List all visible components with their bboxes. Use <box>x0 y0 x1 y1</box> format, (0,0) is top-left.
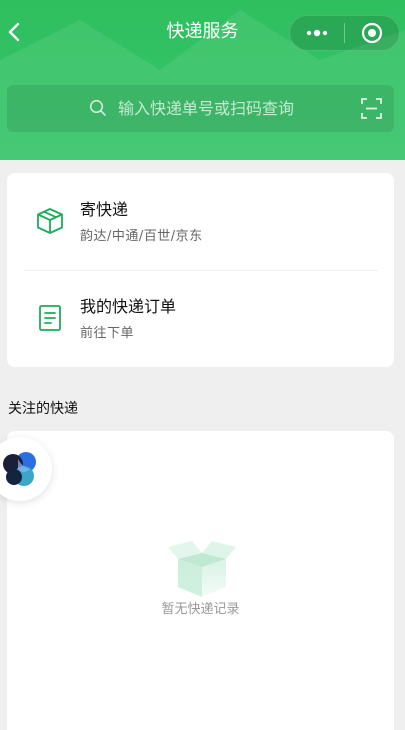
send-express-title: 寄快递 <box>80 200 129 219</box>
send-express-subtitle: 韵达/中通/百世/京东 <box>80 229 203 244</box>
favorites-section-title: 关注的快递 <box>8 401 78 417</box>
more-button[interactable] <box>290 15 344 51</box>
assistant-logo-icon <box>3 452 36 486</box>
my-orders-title: 我的快递订单 <box>80 297 177 316</box>
header: 快递服务 输入快递单号或扫码查询 <box>0 0 405 160</box>
search-input[interactable]: 输入快递单号或扫码查询 <box>118 98 294 119</box>
search-icon <box>89 99 106 116</box>
my-orders-item[interactable]: 我的快递订单 前往下单 <box>7 270 394 367</box>
more-dots-icon <box>306 29 328 37</box>
mini-program-capsule <box>289 15 400 51</box>
target-circle-icon <box>361 22 383 44</box>
service-card: 寄快递 韵达/中通/百世/京东 我的快递订单 前往下单 <box>7 173 394 367</box>
search-bar[interactable]: 输入快递单号或扫码查询 <box>7 85 394 132</box>
my-orders-subtitle: 前往下单 <box>80 326 135 341</box>
send-express-item[interactable]: 寄快递 韵达/中通/百世/京东 <box>7 173 394 270</box>
scan-icon[interactable] <box>361 98 382 119</box>
close-mini-program-button[interactable] <box>345 15 399 51</box>
order-document-icon <box>39 305 61 331</box>
favorites-card: 暂无快递记录 <box>7 431 394 730</box>
package-box-icon <box>37 208 63 234</box>
empty-state-text: 暂无快递记录 <box>161 602 240 617</box>
empty-box-icon <box>168 541 236 597</box>
